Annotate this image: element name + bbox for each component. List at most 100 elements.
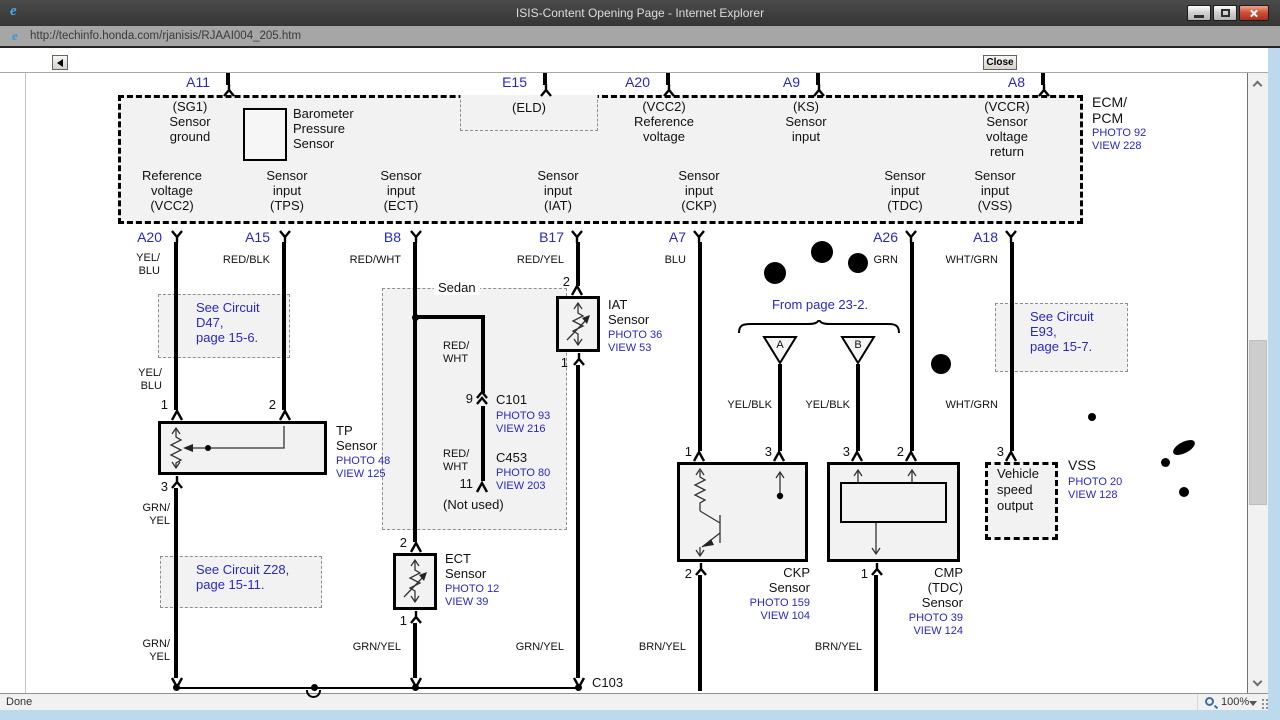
connector-a20[interactable]: A20	[102, 230, 162, 245]
back-arrow-icon	[57, 59, 63, 67]
ect-sensor-name: ECT Sensor	[445, 551, 487, 581]
ecm-label-vccr: (VCCR) Sensor voltage return	[984, 99, 1030, 159]
wire-branch	[481, 406, 485, 481]
connector-b17[interactable]: B17	[504, 230, 564, 245]
close-page-button[interactable]: Close	[983, 55, 1017, 70]
branch-a-label: A	[776, 339, 784, 351]
tp-view-link[interactable]: VIEW 125	[336, 468, 386, 481]
brace	[738, 320, 900, 334]
ie-logo-icon: e	[12, 28, 18, 43]
wire-color-label: WHT/GRN	[945, 254, 998, 266]
pin-symbol	[409, 610, 423, 624]
cmp-photo-link[interactable]: PHOTO 39	[843, 612, 963, 625]
wire-color-label: WHT/GRN	[945, 399, 998, 411]
wire-grn-yel	[174, 488, 178, 678]
ckp-sensor-name: CKP Sensor	[768, 565, 810, 595]
connector-a18[interactable]: A18	[938, 230, 998, 245]
pin-symbol	[409, 540, 423, 554]
wire-color-label: GRN/YEL	[515, 641, 564, 653]
cmp-view-link[interactable]: VIEW 124	[843, 625, 963, 638]
pin-symbol	[692, 449, 706, 463]
pin-number: 3	[842, 444, 850, 459]
wire-color-label: YEL/BLK	[805, 399, 850, 411]
wire-branch	[481, 315, 485, 393]
ink-speck	[931, 354, 951, 374]
connector-a8[interactable]: A8	[965, 75, 1025, 90]
iat-view-link[interactable]: VIEW 53	[608, 342, 651, 355]
close-window-button[interactable]	[1239, 5, 1269, 21]
vss-photo-link[interactable]: PHOTO 20	[1068, 476, 1122, 489]
c101-view-link[interactable]: VIEW 216	[496, 423, 546, 436]
c453-view-link[interactable]: VIEW 203	[496, 480, 546, 493]
address-bar[interactable]: e http://techinfo.honda.com/rjanisis/RJA…	[0, 26, 1280, 48]
scrollbar-thumb[interactable]	[1249, 340, 1267, 505]
connector-a20-top[interactable]: A20	[590, 75, 650, 90]
pin-number: 3	[996, 444, 1004, 459]
pin-symbol	[278, 408, 292, 422]
wire-color-label: GRN/ YEL	[142, 502, 171, 527]
wire-brn-yel	[698, 575, 702, 691]
zoom-magnifier-icon[interactable]	[1205, 697, 1214, 706]
connector-b8[interactable]: B8	[341, 230, 401, 245]
connector-e15[interactable]: E15	[467, 75, 527, 90]
pin-symbol	[475, 480, 489, 494]
ecm-label-tps: Sensor input (TPS)	[266, 168, 308, 213]
tp-photo-link[interactable]: PHOTO 48	[336, 455, 390, 468]
see-circuit-e93-link[interactable]: See Circuit E93, page 15-7.	[1030, 309, 1094, 354]
wire-color-label: GRN/ YEL	[142, 638, 171, 663]
ect-view-link[interactable]: VIEW 39	[445, 596, 488, 609]
wire-yel-blk	[856, 364, 860, 451]
back-button[interactable]	[52, 55, 68, 70]
pin-symbol	[539, 83, 553, 97]
see-circuit-z28-link[interactable]: See Circuit Z28, page 15-11.	[196, 562, 289, 592]
pin-symbol	[409, 676, 423, 690]
ink-speck	[1088, 413, 1096, 421]
c453-photo-link[interactable]: PHOTO 80	[496, 467, 550, 480]
ckp-view-link[interactable]: VIEW 104	[690, 610, 810, 623]
ecm-photo-link[interactable]: PHOTO 92	[1092, 127, 1146, 140]
ecm-label-vcc2: (VCC2) Reference voltage	[634, 99, 694, 144]
pin-number: 1	[684, 444, 692, 459]
minimize-button[interactable]	[1187, 5, 1211, 21]
wire-color-label: BRN/YEL	[814, 641, 862, 653]
pin-symbol	[278, 229, 292, 243]
ecm-view-link[interactable]: VIEW 228	[1092, 140, 1142, 153]
ecm-label-iat: Sensor input (IAT)	[537, 168, 579, 213]
pin-symbol	[694, 562, 708, 576]
ect-photo-link[interactable]: PHOTO 12	[445, 583, 499, 596]
status-separator	[1197, 694, 1198, 710]
ink-speck	[1170, 437, 1198, 458]
maximize-button[interactable]	[1213, 5, 1237, 21]
ecm-label-sg1: (SG1) Sensor ground	[169, 99, 211, 144]
zoom-level[interactable]: 100%	[1221, 696, 1249, 708]
pin-symbol	[812, 83, 826, 97]
window-frame-bottom	[0, 710, 1280, 720]
connector-symbol	[475, 390, 489, 405]
zoom-caret-icon[interactable]	[1249, 701, 1257, 706]
ckp-photo-link[interactable]: PHOTO 159	[690, 597, 810, 610]
ckp-transistor-symbol	[693, 467, 785, 558]
connector-a11[interactable]: A11	[150, 75, 210, 90]
connector-a15[interactable]: A15	[210, 230, 270, 245]
content-left-border	[25, 73, 26, 693]
pin-symbol	[772, 449, 786, 463]
pin-number: 11	[459, 476, 474, 491]
vss-view-link[interactable]: VIEW 128	[1068, 489, 1118, 502]
pin-symbol	[692, 229, 706, 243]
iat-photo-link[interactable]: PHOTO 36	[608, 329, 662, 342]
connector-a9[interactable]: A9	[740, 75, 800, 90]
pin-symbol	[850, 449, 864, 463]
iat-sensor-name: IAT Sensor	[608, 297, 650, 327]
pin-symbol	[572, 676, 586, 690]
connector-a26[interactable]: A26	[838, 230, 898, 245]
c101-photo-link[interactable]: PHOTO 93	[496, 410, 550, 423]
wire-color-label: GRN	[873, 254, 898, 266]
connector-a7[interactable]: A7	[626, 230, 686, 245]
pin-symbol	[662, 83, 676, 97]
wire-grn-yel	[576, 365, 580, 678]
url-text: http://techinfo.honda.com/rjanisis/RJAAI…	[30, 30, 302, 42]
pin-symbol	[222, 83, 236, 97]
ecm-label-tdc: Sensor input (TDC)	[884, 168, 926, 213]
see-circuit-d47-link[interactable]: See Circuit D47, page 15-6.	[196, 300, 260, 345]
from-page-link[interactable]: From page 23-2.	[740, 297, 900, 312]
